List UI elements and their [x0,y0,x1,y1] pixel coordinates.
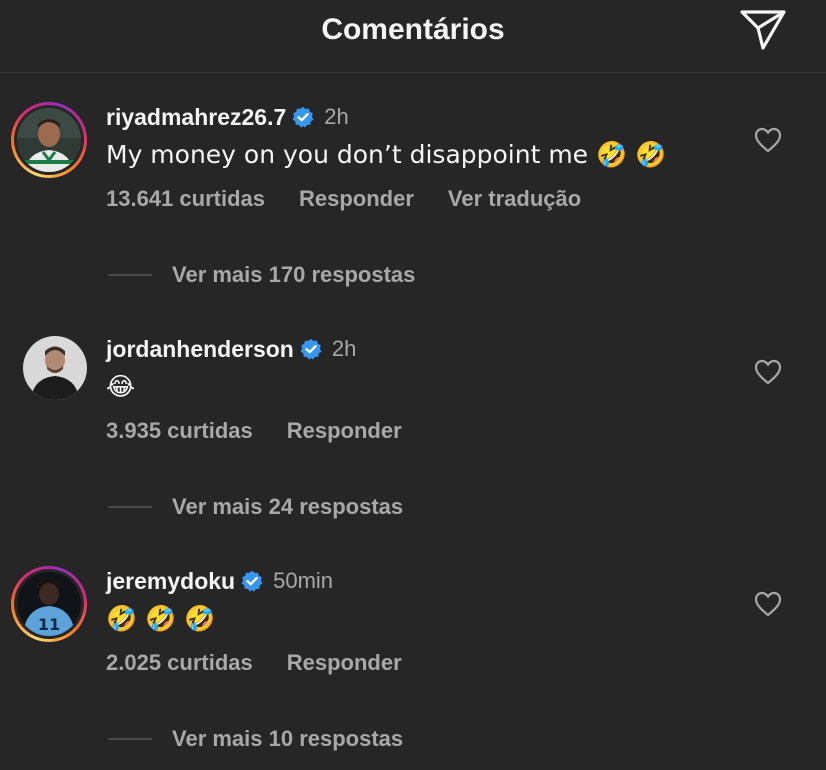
comment-text: 😂 [106,372,136,401]
comment-time: 2h [331,336,357,361]
heart-icon [754,359,782,385]
replies-divider [108,274,152,276]
person-dark-jacket-avatar [23,336,87,400]
player-number-11-avatar: 11 [17,572,81,636]
like-button[interactable] [753,358,783,386]
like-button[interactable] [753,126,783,154]
heart-icon [754,127,782,153]
comment-header: jeremydoku 50min [106,564,333,598]
view-more-replies-label: Ver mais 24 respostas [172,494,404,519]
likes-count[interactable]: 2.025 curtidas [106,650,253,676]
comment-actions: 3.935 curtidas Responder [106,418,402,444]
reply-button[interactable]: Responder [287,418,402,444]
view-more-replies[interactable]: Ver mais 10 respostas [108,726,403,752]
comment-time: 50min [273,568,334,593]
replies-divider [108,506,152,508]
page-title: Comentários [321,13,505,46]
verified-badge-icon [292,106,314,128]
view-more-replies-label: Ver mais 10 respostas [172,726,404,751]
verified-badge-icon [300,338,322,360]
verified-badge-icon [241,570,263,592]
paper-plane-icon [740,10,786,50]
comment-actions: 13.641 curtidas Responder Ver tradução [106,186,581,212]
view-more-replies[interactable]: Ver mais 24 respostas [108,494,403,520]
heart-icon [754,591,782,617]
player-green-jersey-avatar [17,108,81,172]
username[interactable]: riyadmahrez26.7 [106,104,286,131]
translate-button[interactable]: Ver tradução [448,186,581,212]
avatar[interactable] [23,336,87,400]
reply-button[interactable]: Responder [287,650,402,676]
avatar [17,108,81,172]
comment-header: jordanhenderson 2h [106,332,356,366]
reply-button[interactable]: Responder [299,186,414,212]
comment-time: 2h [324,104,349,129]
avatar-story-ring[interactable]: 11 [11,566,87,642]
likes-count[interactable]: 3.935 curtidas [106,418,253,444]
view-more-replies[interactable]: Ver mais 170 respostas [108,262,415,288]
comment-text: 🤣 🤣 🤣 [106,604,216,633]
comment-text: My money on you don’t disappoint me 🤣 🤣 [106,140,667,169]
comments-screen: Comentários riyadmahrez26.7 2h My money … [0,0,826,770]
view-more-replies-label: Ver mais 170 respostas [172,262,416,287]
username[interactable]: jeremydoku [106,568,235,595]
avatar: 11 [17,572,81,636]
username[interactable]: jordanhenderson [106,336,294,363]
comment-actions: 2.025 curtidas Responder [106,650,402,676]
like-button[interactable] [753,590,783,618]
send-button[interactable] [738,8,788,52]
likes-count[interactable]: 13.641 curtidas [106,186,265,212]
svg-text:11: 11 [38,615,60,634]
avatar-story-ring[interactable] [11,102,87,178]
header: Comentários [0,0,826,73]
replies-divider [108,738,152,740]
comment-header: riyadmahrez26.7 2h [106,100,349,134]
